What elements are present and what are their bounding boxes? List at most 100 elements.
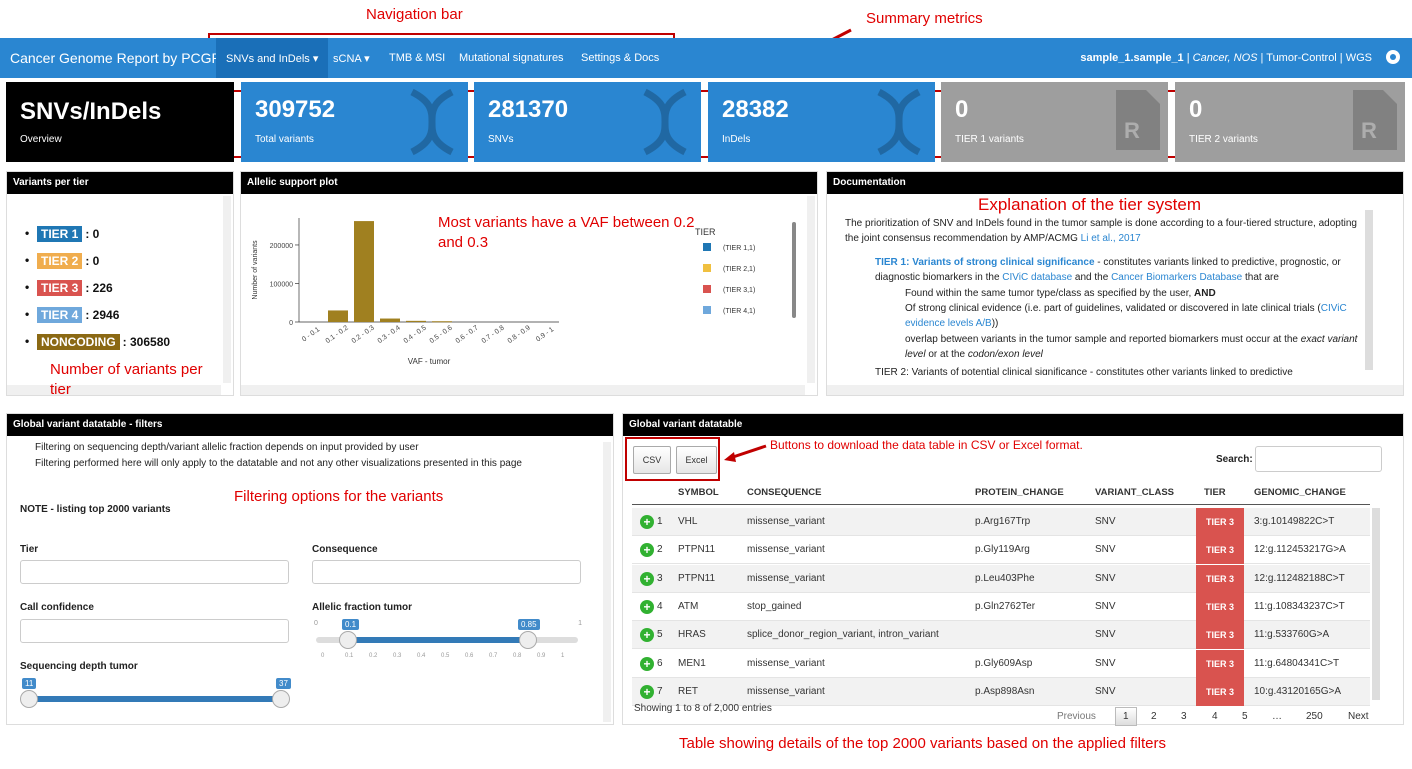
indels-value: 28382: [722, 96, 789, 123]
cell-genomic-change: 10:g.43120165G>A: [1254, 685, 1342, 697]
sample-mode: | Tumor-Control | WGS: [1257, 52, 1372, 64]
tier-filter-input[interactable]: [20, 560, 289, 584]
cell-symbol: HRAS: [678, 629, 706, 641]
cell-tier: TIER 3: [1196, 592, 1244, 621]
af-tick-label: 0.4: [417, 653, 426, 659]
vertical-scrollbar[interactable]: [1365, 210, 1373, 370]
column-header-variant-class[interactable]: VARIANT_CLASS: [1095, 487, 1174, 498]
expand-row-icon[interactable]: +: [640, 571, 654, 586]
doc-li-link[interactable]: Li et al., 2017: [1081, 233, 1141, 244]
annotation-variants-per-tier: Number of variants per tier: [50, 361, 203, 398]
tier-badge: TIER 2: [37, 253, 83, 269]
cell-consequence: missense_variant: [747, 572, 825, 584]
af-tick-label: 0.3: [393, 653, 402, 659]
pager-page[interactable]: 3: [1181, 711, 1187, 722]
x-tick-label: 0.7 - 0.8: [481, 324, 506, 345]
expand-row-icon[interactable]: +: [640, 656, 654, 671]
af-low-handle[interactable]: [339, 631, 357, 649]
indels-label: InDels: [722, 134, 751, 145]
column-header-consequence[interactable]: CONSEQUENCE: [747, 487, 821, 498]
vaf-bar: [328, 310, 348, 322]
pager-page[interactable]: 5: [1242, 711, 1248, 722]
snvs-label: SNVs: [488, 134, 514, 145]
tier-count: : 0: [85, 254, 100, 268]
af-tick-label: 0.9: [537, 653, 546, 659]
nav-snvs-indels[interactable]: SNVs and InDels ▾: [216, 38, 329, 78]
expand-row-icon[interactable]: +: [640, 684, 654, 699]
table-vertical-scrollbar[interactable]: [1372, 508, 1380, 700]
dna-icon: [410, 88, 454, 156]
column-header-protein-change[interactable]: PROTEIN_CHANGE: [975, 487, 1064, 498]
af-tick-label: 0.2: [369, 653, 378, 659]
doc-tier1-title: TIER 1: Variants of strong clinical sign…: [875, 257, 1095, 268]
column-header-tier[interactable]: TIER: [1204, 487, 1226, 498]
pager-previous[interactable]: Previous: [1057, 711, 1096, 722]
nav-scna[interactable]: sCNA ▾: [333, 52, 370, 65]
depth-high-handle[interactable]: [272, 690, 290, 708]
sequencing-depth-slider[interactable]: 11 37: [20, 677, 291, 713]
pager-page[interactable]: 2: [1151, 711, 1157, 722]
row-number: 2: [657, 544, 663, 556]
vaf-bar: [432, 321, 452, 323]
sample-id: sample_1.sample_1: [1080, 52, 1184, 64]
nav-tmb-msi[interactable]: TMB & MSI: [389, 52, 445, 64]
x-tick-label: 0.8 - 0.9: [507, 324, 532, 345]
tier-count: : 2946: [85, 308, 120, 322]
vertical-scrollbar[interactable]: [223, 196, 231, 383]
cell-variant-class: SNV: [1095, 657, 1116, 669]
x-tick-label: 0.9 - 1: [535, 326, 555, 343]
doc-civic-link[interactable]: CIViC database: [1002, 272, 1072, 283]
pager-page[interactable]: 4: [1212, 711, 1218, 722]
legend-scrollbar: [792, 222, 796, 318]
cell-consequence: splice_donor_region_variant, intron_vari…: [747, 629, 939, 641]
pager-page[interactable]: 1: [1115, 707, 1137, 726]
github-icon[interactable]: [1386, 50, 1400, 64]
legend-swatch: [703, 243, 711, 251]
consequence-filter-input[interactable]: [312, 560, 581, 584]
column-header-symbol[interactable]: SYMBOL: [678, 487, 719, 498]
sample-sep: |: [1183, 52, 1193, 64]
vertical-scrollbar[interactable]: [603, 442, 611, 722]
pager-page[interactable]: 250: [1306, 711, 1323, 722]
nav-mutational-signatures[interactable]: Mutational signatures: [459, 52, 564, 64]
allelic-support-title: Allelic support plot: [241, 172, 817, 194]
doc-sub1-text: Found within the same tumor type/class a…: [905, 288, 1195, 299]
x-tick-label: 0.2 - 0.3: [351, 324, 376, 345]
vertical-scrollbar[interactable]: [807, 196, 815, 383]
excel-button[interactable]: Excel: [676, 446, 717, 474]
cell-symbol: MEN1: [678, 657, 706, 669]
tier-row: NONCODING: 306580: [25, 334, 170, 350]
column-header-genomic-change[interactable]: GENOMIC_CHANGE: [1254, 487, 1346, 498]
navbar: Cancer Genome Report by PCGR SNVs and In…: [0, 38, 1412, 78]
expand-row-icon[interactable]: +: [640, 599, 654, 614]
cell-variant-class: SNV: [1095, 572, 1116, 584]
vaf-bar: [354, 221, 374, 322]
horizontal-scrollbar[interactable]: [241, 385, 805, 395]
doc-cbd-link[interactable]: Cancer Biomarkers Database: [1111, 272, 1242, 283]
row-number: 4: [657, 600, 663, 612]
cell-tier: TIER 3: [1196, 677, 1244, 706]
cell-protein-change: p.Gly609Asp: [975, 657, 1033, 669]
search-input[interactable]: [1255, 446, 1382, 472]
tier2-variants-value: 0: [1189, 96, 1203, 123]
cell-variant-class: SNV: [1095, 629, 1116, 641]
pager-next[interactable]: Next: [1348, 711, 1369, 722]
x-tick-label: 0.5 - 0.6: [429, 324, 454, 345]
cell-symbol: RET: [678, 685, 698, 697]
expand-row-icon[interactable]: +: [640, 515, 654, 529]
app-title[interactable]: Cancer Genome Report by PCGR: [10, 50, 222, 66]
filter-note: NOTE - listing top 2000 variants: [20, 504, 171, 515]
allelic-fraction-slider[interactable]: 0 1 0.1 0.85 0 0.1 0.2 0.3 0.4 0.5 0.6 0.7 0.8 0.…: [312, 618, 582, 664]
doc-sub3-text: overlap between variants in the tumor sa…: [905, 334, 1301, 345]
doc-sub3: overlap between variants in the tumor sa…: [905, 332, 1370, 362]
nav-settings-docs[interactable]: Settings & Docs: [581, 52, 659, 64]
af-high-handle[interactable]: [519, 631, 537, 649]
horizontal-scrollbar[interactable]: [827, 385, 1403, 395]
af-low-value: 0.1: [342, 619, 360, 630]
doc-tier2-partial: TIER 2: Variants of potential clinical s…: [875, 365, 1370, 375]
csv-button[interactable]: CSV: [633, 446, 671, 474]
annotation-download-buttons: Buttons to download the data table in CS…: [770, 438, 1083, 452]
x-tick-label: 0.6 - 0.7: [455, 324, 480, 345]
call-confidence-input[interactable]: [20, 619, 289, 643]
depth-low-handle[interactable]: [20, 690, 38, 708]
